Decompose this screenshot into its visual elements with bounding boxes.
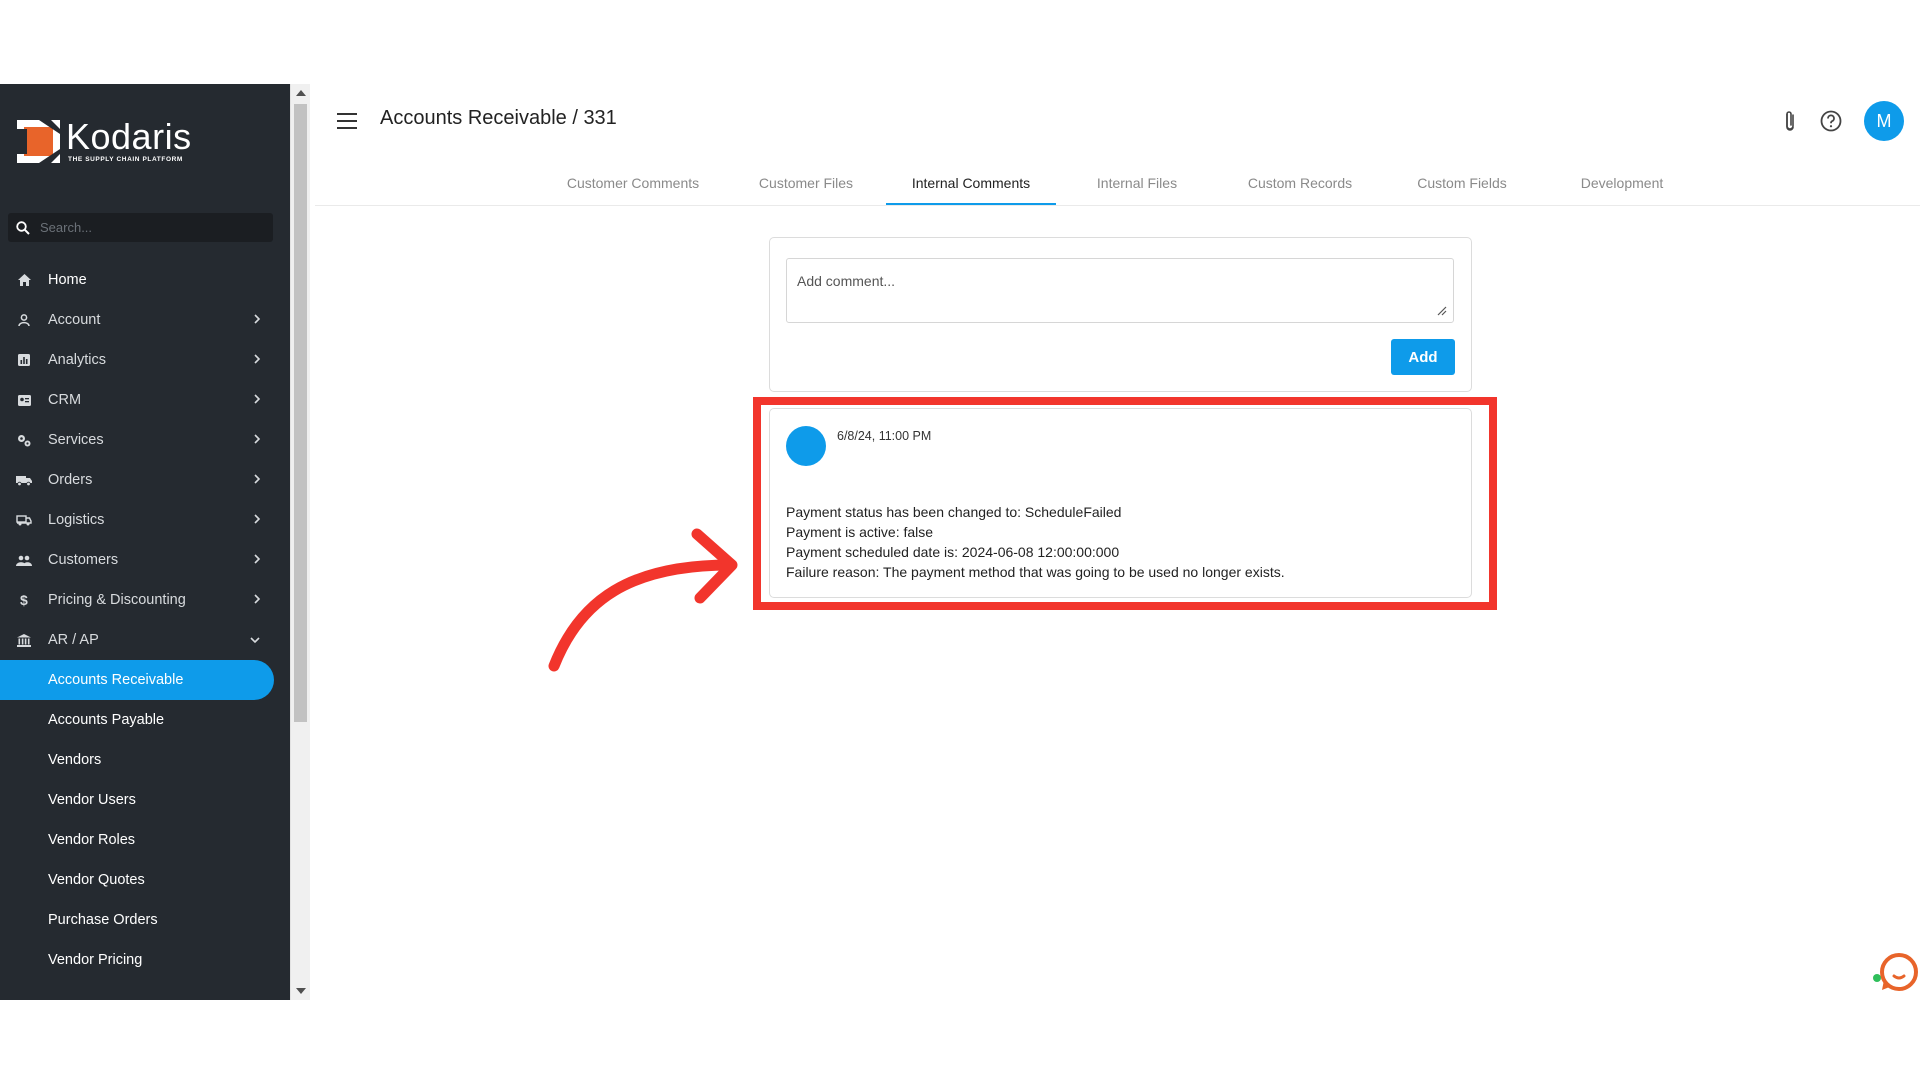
sidebar-item-label: Vendors (48, 752, 102, 768)
sidebar-item-label: AR / AP (48, 632, 99, 648)
highlight-box (753, 397, 1497, 610)
sidebar-item-vendor-roles[interactable]: Vendor Roles (0, 820, 274, 860)
contacts-icon (16, 392, 32, 408)
svg-text:$: $ (20, 593, 28, 607)
gears-icon (16, 432, 32, 448)
truck-icon (16, 472, 32, 488)
sidebar-item-purchase-orders[interactable]: Purchase Orders (0, 900, 274, 940)
tab-customer-comments[interactable]: Customer Comments (540, 160, 726, 205)
chevron-right-icon (254, 594, 261, 604)
sidebar-item-home[interactable]: Home (0, 260, 275, 300)
search-icon (16, 220, 30, 235)
sidebar-item-label: Home (48, 272, 87, 288)
menu-icon[interactable] (337, 113, 357, 129)
scrollbar-thumb[interactable] (294, 104, 307, 722)
help-icon[interactable] (1818, 108, 1844, 134)
scroll-down-arrow-icon[interactable] (296, 988, 306, 994)
chevron-right-icon (254, 394, 261, 404)
brand-name: Kodaris (66, 116, 192, 157)
add-comment-button[interactable]: Add (1391, 339, 1455, 375)
chevron-right-icon (254, 474, 261, 484)
sidebar-item-label: Logistics (48, 512, 105, 528)
sidebar: Kodaris THE SUPPLY CHAIN PLATFORM Home A… (0, 84, 290, 1000)
group-icon (16, 552, 32, 568)
scroll-up-arrow-icon[interactable] (296, 90, 306, 96)
sidebar-item-logistics[interactable]: Logistics (0, 500, 275, 540)
kodaris-logo[interactable]: Kodaris THE SUPPLY CHAIN PLATFORM (17, 119, 192, 163)
sidebar-item-label: Vendor Pricing (48, 952, 143, 968)
tab-custom-records[interactable]: Custom Records (1218, 160, 1382, 205)
paperclip-icon[interactable] (1779, 108, 1801, 134)
sidebar-item-account[interactable]: Account (0, 300, 275, 340)
tab-custom-fields[interactable]: Custom Fields (1382, 160, 1542, 205)
sidebar-item-label: Vendor Quotes (48, 872, 145, 888)
comment-input[interactable] (787, 259, 1453, 322)
sidebar-item-label: Account (48, 312, 101, 328)
sidebar-search (8, 213, 273, 242)
dollar-icon: $ (16, 592, 32, 608)
sidebar-item-label: Vendor Users (48, 792, 136, 808)
comment-editor (786, 258, 1454, 323)
chart-icon (16, 352, 32, 368)
bank-icon (16, 632, 32, 648)
sidebar-item-label: Customers (48, 552, 119, 568)
sidebar-item-label: Services (48, 432, 104, 448)
search-input[interactable] (38, 219, 248, 236)
annotation-arrow-icon (548, 528, 738, 672)
tab-internal-comments[interactable]: Internal Comments (886, 160, 1056, 205)
sidebar-item-vendor-users[interactable]: Vendor Users (0, 780, 274, 820)
sidebar-item-customers[interactable]: Customers (0, 540, 275, 580)
tab-development[interactable]: Development (1542, 160, 1702, 205)
sidebar-item-orders[interactable]: Orders (0, 460, 275, 500)
sidebar-item-pricing-discounting[interactable]: $ Pricing & Discounting (0, 580, 275, 620)
user-avatar[interactable]: M (1864, 101, 1904, 141)
sidebar-scrollbar[interactable] (290, 84, 310, 1000)
sidebar-item-accounts-payable[interactable]: Accounts Payable (0, 700, 274, 740)
resize-handle-icon[interactable] (1437, 306, 1447, 316)
chevron-right-icon (254, 514, 261, 524)
chat-widget-icon[interactable] (1872, 948, 1920, 996)
tab-bar: Customer Comments Customer Files Interna… (540, 160, 1702, 205)
sidebar-item-label: Analytics (48, 352, 107, 368)
chevron-right-icon (254, 354, 261, 364)
chevron-down-icon (250, 637, 260, 644)
chevron-right-icon (254, 434, 261, 444)
sidebar-item-vendors[interactable]: Vendors (0, 740, 274, 780)
sidebar-item-vendor-quotes[interactable]: Vendor Quotes (0, 860, 274, 900)
sidebar-item-label: Purchase Orders (48, 912, 158, 928)
chevron-right-icon (254, 314, 261, 324)
tab-internal-files[interactable]: Internal Files (1056, 160, 1218, 205)
sidebar-item-label: Pricing & Discounting (48, 592, 186, 608)
kodaris-logo-mark (17, 119, 60, 163)
sidebar-item-label: Accounts Payable (48, 712, 165, 728)
sidebar-item-accounts-receivable[interactable]: Accounts Receivable (0, 660, 274, 700)
sidebar-item-services[interactable]: Services (0, 420, 275, 460)
sidebar-item-analytics[interactable]: Analytics (0, 340, 275, 380)
brand-tagline: THE SUPPLY CHAIN PLATFORM (68, 156, 183, 163)
tab-customer-files[interactable]: Customer Files (726, 160, 886, 205)
sidebar-item-label: Accounts Receivable (48, 672, 184, 688)
home-icon (16, 272, 32, 288)
sidebar-item-vendor-pricing[interactable]: Vendor Pricing (0, 940, 274, 980)
sidebar-item-label: CRM (48, 392, 82, 408)
sidebar-item-ar-ap[interactable]: AR / AP (0, 620, 275, 660)
sidebar-item-crm[interactable]: CRM (0, 380, 275, 420)
page-title: Accounts Receivable / 331 (380, 107, 617, 129)
shipping-icon (16, 512, 32, 528)
tabs-divider (315, 205, 1920, 206)
chevron-right-icon (254, 554, 261, 564)
sidebar-item-label: Vendor Roles (48, 832, 136, 848)
comment-editor-card: Add (769, 237, 1472, 392)
person-icon (16, 312, 32, 328)
sidebar-item-label: Orders (48, 472, 93, 488)
